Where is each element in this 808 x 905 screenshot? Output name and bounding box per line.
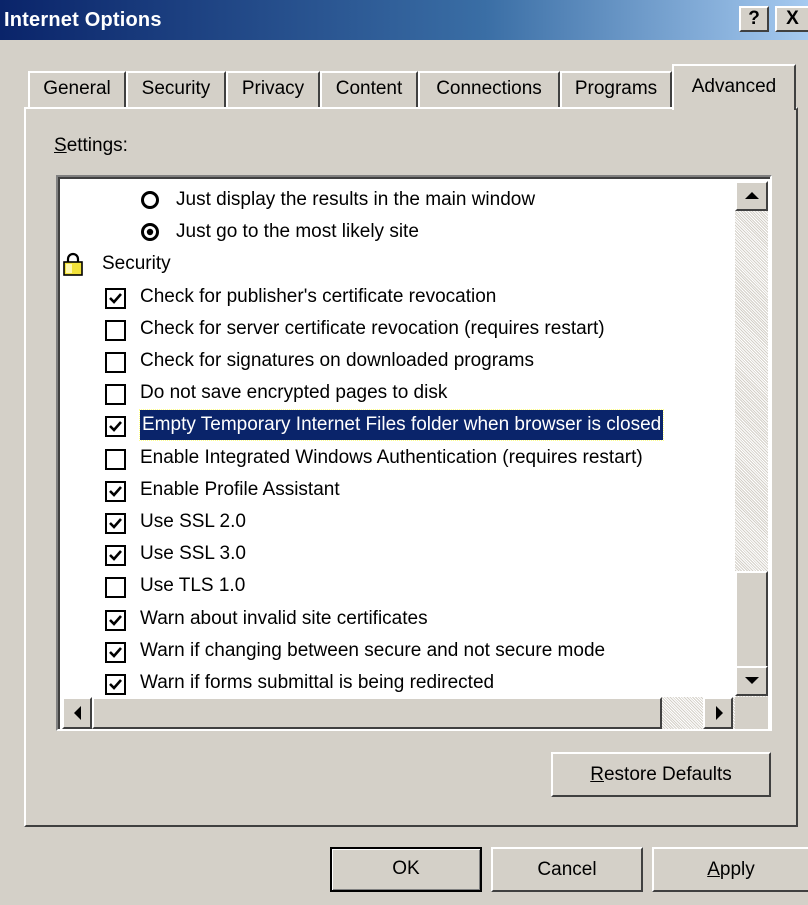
setting-label: Enable Profile Assistant bbox=[140, 478, 340, 500]
arrow-down-icon bbox=[745, 677, 759, 684]
checkbox-unchecked[interactable] bbox=[105, 448, 126, 470]
setting-row[interactable]: Warn about invalid site certificates bbox=[60, 604, 730, 634]
horizontal-scroll-thumb[interactable] bbox=[92, 697, 662, 729]
checkmark-icon bbox=[109, 614, 122, 626]
checkbox-checked[interactable] bbox=[105, 641, 126, 663]
checkbox-checked[interactable] bbox=[105, 480, 126, 502]
checkbox-unchecked[interactable] bbox=[105, 319, 126, 341]
setting-row[interactable]: Empty Temporary Internet Files folder wh… bbox=[60, 409, 730, 442]
setting-label: Just go to the most likely site bbox=[176, 221, 419, 243]
tab-privacy[interactable]: Privacy bbox=[226, 71, 320, 108]
checkmark-icon bbox=[109, 292, 122, 304]
setting-row[interactable]: Warn if forms submittal is being redirec… bbox=[60, 668, 730, 698]
setting-label: Just display the results in the main win… bbox=[176, 189, 536, 210]
setting-row[interactable]: Just display the results in the main win… bbox=[60, 185, 730, 215]
checkmark-icon bbox=[109, 518, 122, 529]
tab-content[interactable]: Content bbox=[320, 71, 418, 108]
close-button[interactable]: X bbox=[775, 6, 808, 32]
apply-button[interactable]: Apply bbox=[652, 847, 808, 892]
setting-label: Warn if forms submittal is being redirec… bbox=[140, 672, 495, 693]
radio-unchecked-icon[interactable] bbox=[140, 190, 160, 210]
restore-defaults-button[interactable]: Restore Defaults bbox=[551, 752, 771, 797]
tab-programs[interactable]: Programs bbox=[560, 71, 672, 108]
checkmark-icon bbox=[109, 421, 122, 433]
checkmark-icon bbox=[109, 550, 122, 562]
title-bar[interactable]: Internet Options ? X bbox=[0, 0, 808, 40]
checkbox-checked[interactable] bbox=[105, 513, 126, 534]
settings-label: Settings: bbox=[54, 135, 128, 156]
setting-label: Enable Integrated Windows Authentication… bbox=[140, 446, 643, 468]
checkmark-icon bbox=[109, 646, 122, 658]
checkmark-icon bbox=[109, 485, 122, 497]
setting-row[interactable]: Enable Profile Assistant bbox=[60, 475, 730, 505]
scroll-right-button[interactable] bbox=[703, 697, 733, 729]
setting-row[interactable]: Check for signatures on downloaded progr… bbox=[60, 346, 730, 376]
setting-row[interactable]: Warn if changing between secure and not … bbox=[60, 636, 730, 666]
arrow-left-icon bbox=[74, 706, 81, 720]
setting-row[interactable]: Just go to the most likely site bbox=[60, 217, 730, 247]
setting-row[interactable]: Do not save encrypted pages to disk bbox=[60, 378, 730, 408]
setting-label: Use TLS 1.0 bbox=[140, 575, 246, 597]
tab-connections[interactable]: Connections bbox=[418, 71, 560, 108]
setting-label: Check for publisher's certificate revoca… bbox=[140, 285, 497, 307]
arrow-up-icon bbox=[745, 192, 759, 199]
checkmark-icon bbox=[109, 679, 122, 690]
checkbox-unchecked[interactable] bbox=[105, 352, 126, 373]
setting-row[interactable]: Check for server certificate revocation … bbox=[60, 314, 730, 344]
window-title: Internet Options bbox=[4, 9, 162, 31]
arrow-right-icon bbox=[716, 706, 723, 720]
setting-label: Empty Temporary Internet Files folder wh… bbox=[138, 409, 665, 442]
lock-icon bbox=[63, 253, 83, 277]
tab-general[interactable]: General bbox=[28, 71, 126, 108]
setting-label: Use SSL 3.0 bbox=[140, 543, 246, 565]
settings-list[interactable]: Just display the results in the main win… bbox=[56, 175, 772, 731]
setting-label: Warn about invalid site certificates bbox=[140, 607, 428, 629]
tab-security[interactable]: Security bbox=[126, 71, 226, 108]
category-row: Security bbox=[60, 249, 730, 279]
setting-label: Warn if changing between secure and not … bbox=[140, 639, 606, 661]
help-button[interactable]: ? bbox=[739, 6, 769, 32]
checkbox-unchecked[interactable] bbox=[105, 384, 126, 406]
setting-label: Do not save encrypted pages to disk bbox=[140, 382, 448, 404]
setting-label: Security bbox=[102, 253, 171, 275]
checkbox-checked[interactable] bbox=[105, 609, 126, 631]
setting-row[interactable]: Use SSL 2.0 bbox=[60, 507, 730, 537]
checkbox-checked[interactable] bbox=[105, 674, 126, 695]
checkbox-unchecked[interactable] bbox=[105, 577, 126, 599]
checkbox-checked[interactable] bbox=[105, 545, 126, 567]
scroll-corner bbox=[735, 697, 768, 729]
setting-row[interactable]: Use SSL 3.0 bbox=[60, 539, 730, 569]
cancel-button[interactable]: Cancel bbox=[491, 847, 643, 892]
setting-row[interactable]: Use TLS 1.0 bbox=[60, 571, 730, 601]
setting-label: Use SSL 2.0 bbox=[140, 511, 246, 532]
tab-advanced[interactable]: Advanced bbox=[672, 64, 796, 110]
setting-row[interactable]: Enable Integrated Windows Authentication… bbox=[60, 443, 730, 473]
vertical-scroll-thumb[interactable] bbox=[735, 571, 768, 669]
setting-label: Check for server certificate revocation … bbox=[140, 317, 605, 339]
radio-checked-icon[interactable] bbox=[140, 222, 160, 242]
scroll-left-button[interactable] bbox=[62, 697, 92, 729]
scroll-down-button[interactable] bbox=[735, 666, 768, 696]
setting-row[interactable]: Check for publisher's certificate revoca… bbox=[60, 282, 730, 312]
checkbox-checked[interactable] bbox=[105, 287, 126, 309]
checkbox-checked[interactable] bbox=[105, 416, 126, 438]
ok-button[interactable]: OK bbox=[330, 847, 482, 892]
scroll-up-button[interactable] bbox=[735, 181, 768, 211]
setting-label: Check for signatures on downloaded progr… bbox=[140, 350, 534, 371]
